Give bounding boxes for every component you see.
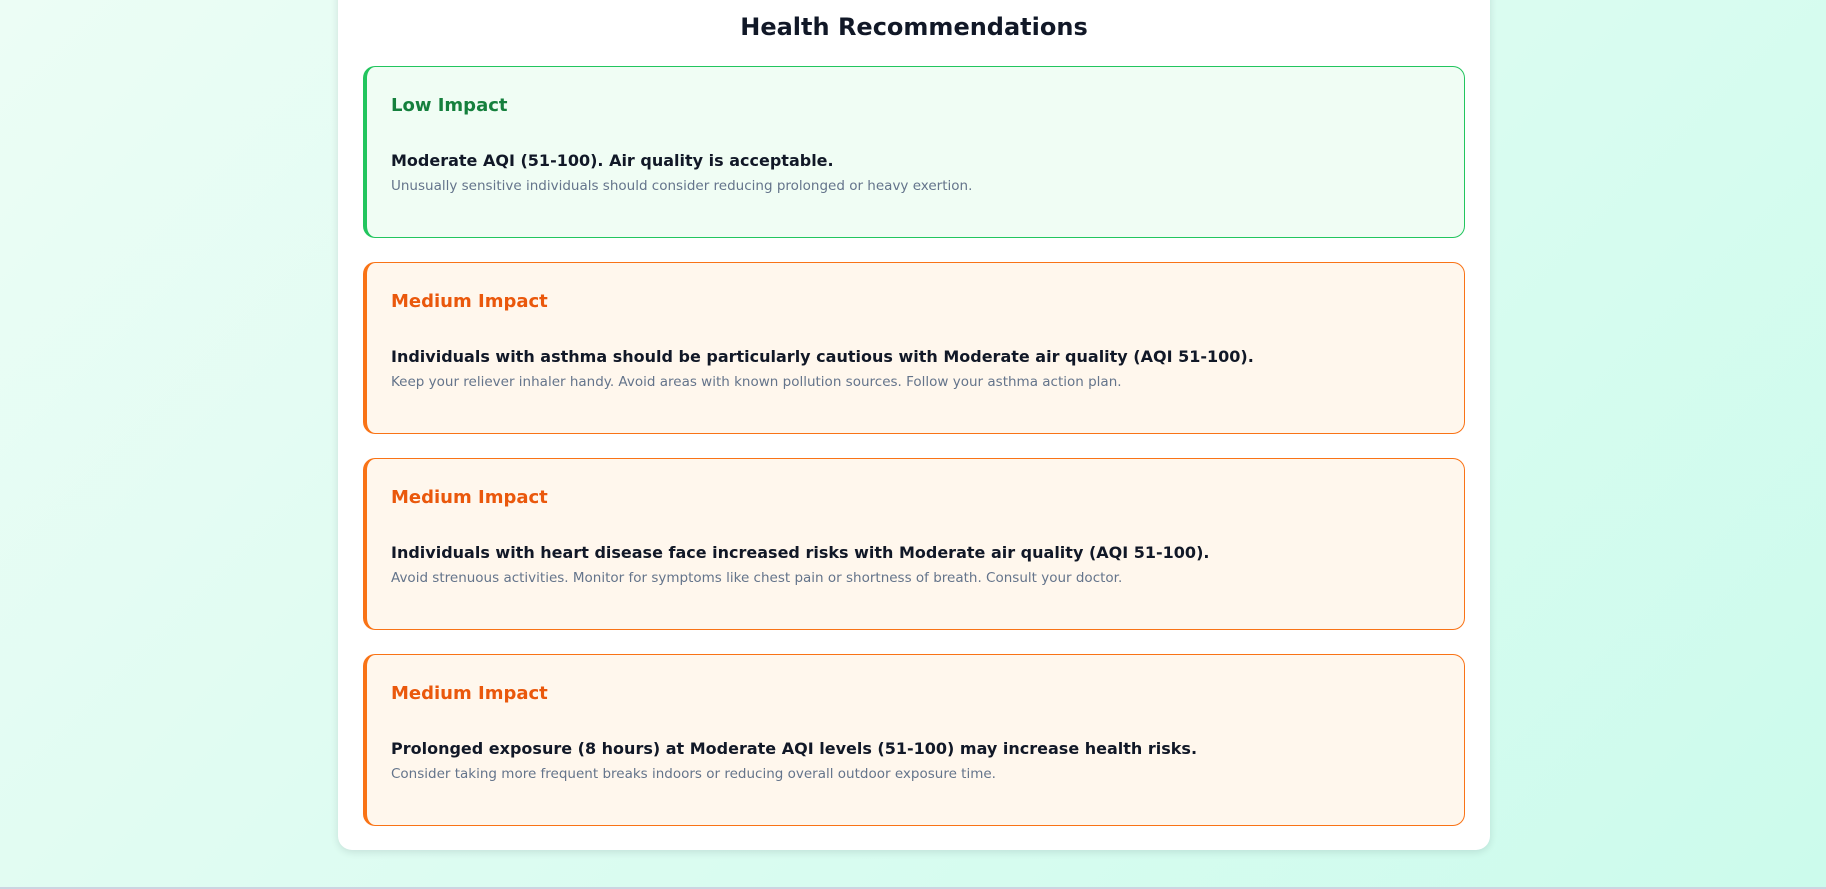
recommendation-detail: Unusually sensitive individuals should c… [391,178,973,194]
recommendation-detail: Consider taking more frequent breaks ind… [391,766,996,782]
recommendation-headline: Individuals with heart disease face incr… [391,543,1210,562]
health-recommendations-panel: Health Recommendations Low Impact Modera… [338,0,1490,850]
recommendation-headline: Individuals with asthma should be partic… [391,347,1254,366]
recommendation-card-prolonged-exposure: Medium Impact Prolonged exposure (8 hour… [363,654,1465,826]
recommendation-card-low-impact: Low Impact Moderate AQI (51-100). Air qu… [363,66,1465,238]
recommendation-headline: Prolonged exposure (8 hours) at Moderate… [391,739,1198,758]
impact-label: Low Impact [391,95,508,116]
recommendation-card-asthma: Medium Impact Individuals with asthma sh… [363,262,1465,434]
recommendation-detail: Avoid strenuous activities. Monitor for … [391,570,1123,586]
impact-label: Medium Impact [391,683,548,704]
section-title: Health Recommendations [740,13,1088,41]
impact-label: Medium Impact [391,291,548,312]
recommendation-detail: Keep your reliever inhaler handy. Avoid … [391,374,1122,390]
recommendation-card-heart-disease: Medium Impact Individuals with heart dis… [363,458,1465,630]
impact-label: Medium Impact [391,487,548,508]
recommendation-list: Low Impact Moderate AQI (51-100). Air qu… [363,66,1465,850]
recommendation-headline: Moderate AQI (51-100). Air quality is ac… [391,151,834,170]
